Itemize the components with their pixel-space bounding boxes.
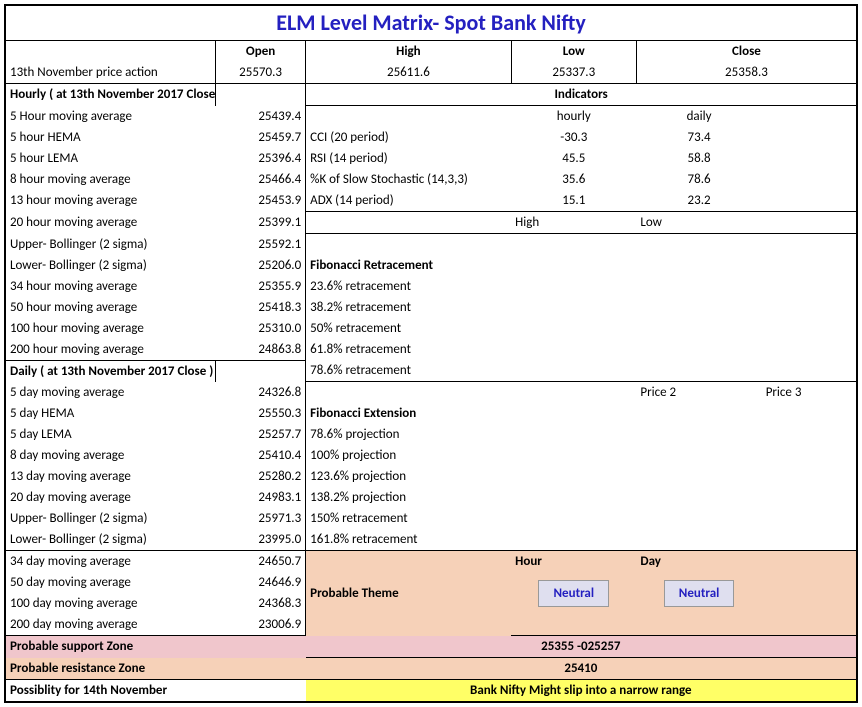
- matrix-table: ELM Level Matrix- Spot Bank Nifty Open H…: [4, 4, 858, 703]
- table-row: Lower- Bollinger (2 sigma) 23995.0 161.8…: [5, 529, 857, 551]
- probable-theme-label: Probable Theme: [306, 551, 511, 636]
- price2-label: Price 2: [636, 382, 761, 404]
- indicators-header: Indicators: [306, 84, 857, 106]
- table-row: 5 hour HEMA 25459.7 CCI (20 period) -30.…: [5, 127, 857, 148]
- theme-day-value: Neutral: [664, 580, 735, 607]
- table-row: 5 day LEMA 25257.7 78.6% projection: [5, 424, 857, 445]
- ohlc-open: 25570.3: [215, 62, 305, 84]
- ohlc-low-label: Low: [511, 41, 636, 63]
- table-row: 100 hour moving average 25310.0 50% retr…: [5, 318, 857, 339]
- support-zone-row: Probable support Zone 25355 -025257: [5, 636, 857, 658]
- section-hourly-indicators: Hourly ( at 13th November 2017 Close) In…: [5, 84, 857, 106]
- table-row: 34 hour moving average 25355.9 23.6% ret…: [5, 276, 857, 297]
- hl-low: Low: [636, 212, 761, 234]
- table-row: Lower- Bollinger (2 sigma) 25206.0 Fibon…: [5, 255, 857, 276]
- theme-hour-value: Neutral: [538, 580, 609, 607]
- table-row: 8 day moving average 25410.4 100% projec…: [5, 445, 857, 466]
- ind-hourly-col: hourly: [511, 106, 636, 128]
- ohlc-value-row: 13th November price action 25570.3 25611…: [5, 62, 857, 84]
- support-value: 25355 -025257: [306, 636, 857, 658]
- title-row: ELM Level Matrix- Spot Bank Nifty: [5, 5, 857, 41]
- ohlc-high-label: High: [306, 41, 511, 63]
- daily-header: Daily ( at 13th November 2017 Close ): [5, 360, 215, 382]
- table-row: 5 day HEMA 25550.3 Fibonacci Extension: [5, 403, 857, 424]
- table-row: 34 day moving average 24650.7 Probable T…: [5, 551, 857, 573]
- table-row: 13 day moving average 25280.2 123.6% pro…: [5, 466, 857, 487]
- theme-day-col: Day: [636, 551, 761, 573]
- support-label: Probable support Zone: [5, 636, 306, 658]
- ohlc-close-label: Close: [636, 41, 857, 63]
- possibility-value: Bank Nifty Might slip into a narrow rang…: [306, 680, 857, 703]
- table-row: 50 hour moving average 25418.3 38.2% ret…: [5, 297, 857, 318]
- table-row: 5 Hour moving average 25439.4 hourly dai…: [5, 106, 857, 128]
- fib-ext-header: Fibonacci Extension: [306, 403, 511, 424]
- table-row: 5 hour LEMA 25396.4 RSI (14 period) 45.5…: [5, 148, 857, 169]
- table-row: 5 day moving average 24326.8 Price 2 Pri…: [5, 382, 857, 404]
- page-title: ELM Level Matrix- Spot Bank Nifty: [5, 5, 857, 41]
- price3-label: Price 3: [762, 382, 857, 404]
- ohlc-high: 25611.6: [306, 62, 511, 84]
- table-row: Upper- Bollinger (2 sigma) 25971.3 150% …: [5, 508, 857, 529]
- hl-high: High: [511, 212, 636, 234]
- fib-retr-header: Fibonacci Retracement: [306, 255, 511, 276]
- price-action-label: 13th November price action: [5, 62, 215, 84]
- section-daily: Daily ( at 13th November 2017 Close ) 78…: [5, 360, 857, 382]
- ohlc-header-row: Open High Low Close: [5, 41, 857, 63]
- ohlc-close: 25358.3: [636, 62, 857, 84]
- ohlc-open-label: Open: [215, 41, 305, 63]
- table-row: 20 hour moving average 25399.1 High Low: [5, 212, 857, 234]
- ohlc-low: 25337.3: [511, 62, 636, 84]
- possibility-label: Possiblity for 14th November: [5, 680, 306, 703]
- table-row: 13 hour moving average 25453.9 ADX (14 p…: [5, 190, 857, 212]
- table-row: 20 day moving average 24983.1 138.2% pro…: [5, 487, 857, 508]
- resist-value: 25410: [306, 658, 857, 680]
- ind-daily-col: daily: [636, 106, 761, 128]
- table-row: Upper- Bollinger (2 sigma) 25592.1: [5, 234, 857, 255]
- possibility-row: Possiblity for 14th November Bank Nifty …: [5, 680, 857, 703]
- hourly-header: Hourly ( at 13th November 2017 Close): [5, 84, 215, 106]
- table-row: 8 hour moving average 25466.4 %K of Slow…: [5, 169, 857, 190]
- table-row: 200 hour moving average 24863.8 61.8% re…: [5, 339, 857, 361]
- resistance-zone-row: Probable resistance Zone 25410: [5, 658, 857, 680]
- theme-hour-col: Hour: [511, 551, 636, 573]
- resist-label: Probable resistance Zone: [5, 658, 306, 680]
